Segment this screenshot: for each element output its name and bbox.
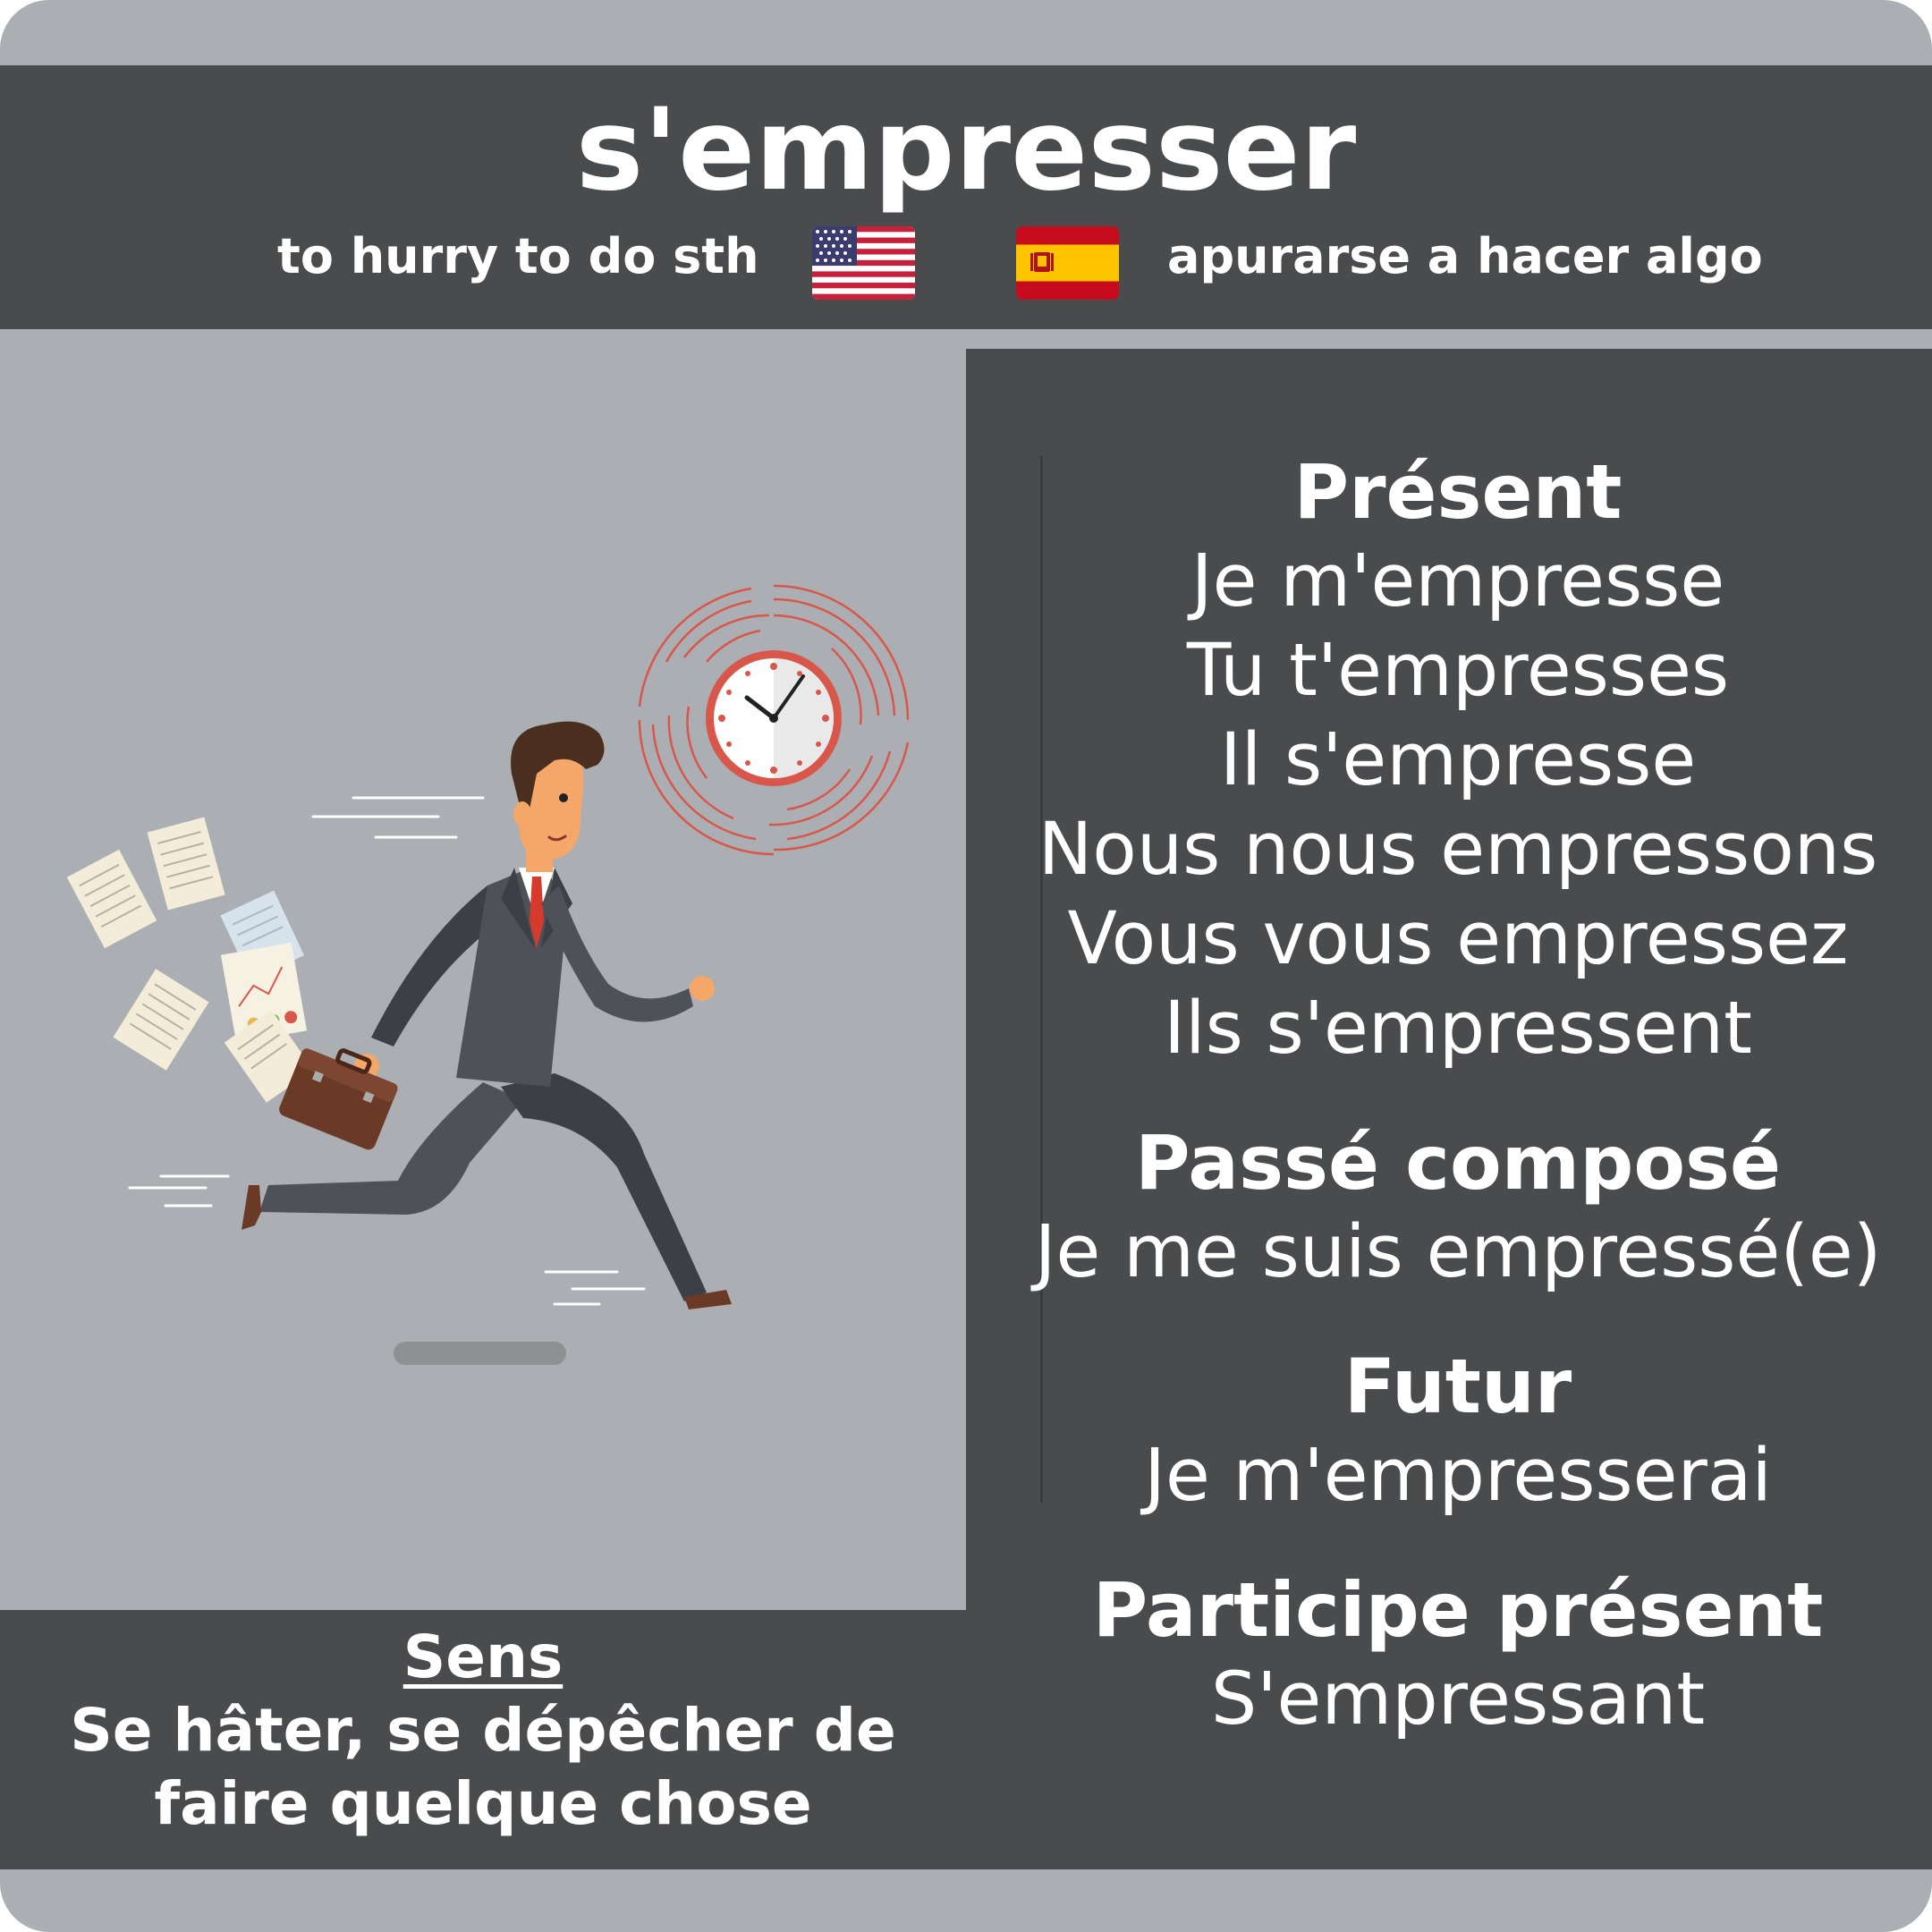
spain-flag-icon xyxy=(1016,226,1119,300)
card: s'empresser to hurry to do sth apurarse … xyxy=(0,0,1932,1932)
passe-compose-form: Je me suis empressé(e) xyxy=(1034,1210,1882,1294)
english-translation: to hurry to do sth xyxy=(277,228,759,284)
meaning-title: Sens xyxy=(402,1623,564,1691)
present-heading: Présent xyxy=(1293,448,1623,536)
present-form: Vous vous empressez xyxy=(1067,897,1849,981)
businessman-running-icon xyxy=(0,331,966,1610)
present-form: Je m'empresse xyxy=(1191,539,1725,623)
participe-present-heading: Participe présent xyxy=(1092,1566,1824,1654)
present-form: Nous nous empressons xyxy=(1038,808,1878,892)
conjugation-table: Présent Je m'empresse Tu t'empresses Il … xyxy=(993,447,1923,1744)
present-form: Tu t'empresses xyxy=(1186,629,1730,713)
meaning-line: Se hâter, se dépêcher de xyxy=(70,1696,896,1765)
passe-compose-heading: Passé composé xyxy=(1134,1119,1782,1207)
present-form: Ils s'empressent xyxy=(1164,987,1752,1071)
verb-title: s'empresser xyxy=(575,83,1357,216)
meaning-block: Sens Se hâter, se dépêcher de faire quel… xyxy=(0,1621,966,1841)
meaning-line: faire quelque chose xyxy=(154,1769,812,1838)
futur-heading: Futur xyxy=(1343,1343,1572,1430)
us-flag-icon xyxy=(812,226,915,300)
participe-present-form: S'empressant xyxy=(1210,1657,1706,1741)
spanish-translation: apurarse a hacer algo xyxy=(1167,228,1763,284)
futur-form: Je m'empresserai xyxy=(1144,1434,1772,1518)
present-form: Il s'empresse xyxy=(1219,718,1697,802)
